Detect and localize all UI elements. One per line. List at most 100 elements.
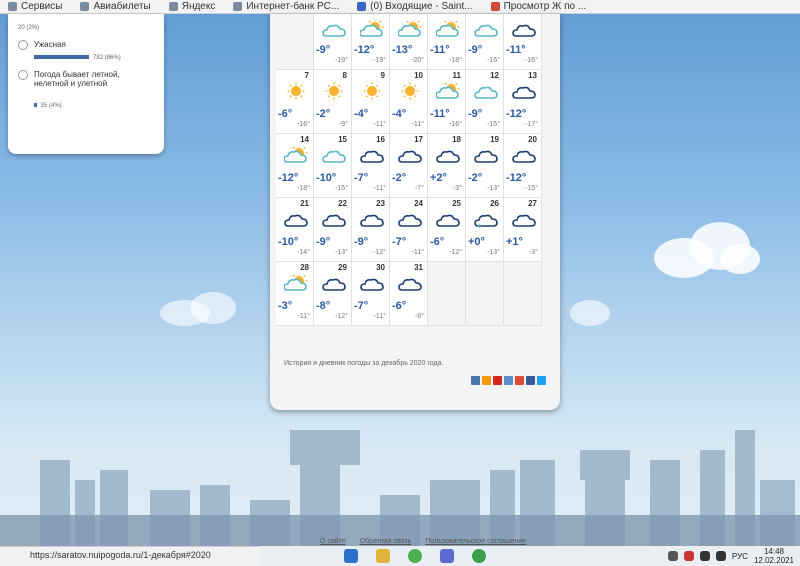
calendar-day-cell[interactable]: 10 -4° -11° xyxy=(390,70,428,134)
day-temperature: -13° xyxy=(392,44,413,56)
calendar-day-cell[interactable]: 8 -2° -9° xyxy=(314,70,352,134)
calendar-day-cell[interactable]: 22 -9° -13° xyxy=(314,198,352,262)
facebook-icon[interactable] xyxy=(526,376,535,385)
bookmark-inbox[interactable]: (0) Входящие - Saint... xyxy=(357,1,473,12)
calendar-day-cell[interactable]: -9° -16° xyxy=(466,14,504,70)
night-temperature: -15° xyxy=(487,121,500,128)
footer-link-feedback[interactable]: Обратная связь xyxy=(360,538,412,545)
calendar-day-cell[interactable]: 17 -2° -7° xyxy=(390,134,428,198)
calendar-day-cell[interactable]: 11 -11° -16° xyxy=(428,70,466,134)
day-number: 7 xyxy=(304,71,309,80)
sun-cloud-icon xyxy=(283,144,308,164)
mailru-icon[interactable] xyxy=(493,376,502,385)
day-temperature: -2° xyxy=(392,172,407,184)
calendar-day-cell[interactable]: 24 -7° -11° xyxy=(390,198,428,262)
antivirus-icon[interactable] xyxy=(683,551,694,561)
day-temperature: -8° xyxy=(316,300,331,312)
bookmark-flights[interactable]: Авиабилеты xyxy=(80,1,151,12)
chrome-icon[interactable] xyxy=(408,549,422,563)
network-icon[interactable] xyxy=(699,551,710,561)
calendar-day-cell[interactable]: 20 -12° -15° xyxy=(504,134,542,198)
day-number: 19 xyxy=(490,135,499,144)
bookmarks-bar: Сервисы Авиабилеты Яндекс Интернет-банк … xyxy=(0,0,800,14)
vk-icon[interactable] xyxy=(471,376,480,385)
night-temperature: -18° xyxy=(449,57,462,64)
globe-icon xyxy=(233,2,243,11)
calendar-day-cell[interactable]: 19 -2° -13° xyxy=(466,134,504,198)
save-app-icon[interactable] xyxy=(440,549,454,563)
tray-app-icon[interactable] xyxy=(667,551,678,561)
calendar-day-cell[interactable]: 15 -10° -15° xyxy=(314,134,352,198)
night-temperature: -9° xyxy=(338,121,348,128)
calendar-day-cell[interactable]: -9° -19° xyxy=(314,14,352,70)
day-temperature: -7° xyxy=(392,236,407,248)
calendar-day-cell xyxy=(428,262,466,326)
cloud-sun-icon xyxy=(474,20,498,38)
odnoklassniki-icon[interactable] xyxy=(482,376,491,385)
day-temperature: -3° xyxy=(278,300,293,312)
cloud-icon xyxy=(512,20,536,38)
twitter-icon[interactable] xyxy=(537,376,546,385)
calendar-day-cell[interactable]: 27 +1° -3° xyxy=(504,198,542,262)
calendar-day-cell[interactable]: 23 -9° -12° xyxy=(352,198,390,262)
day-number: 10 xyxy=(414,71,423,80)
poll-top-count: 20 (2%) xyxy=(18,25,40,31)
search-icon[interactable] xyxy=(344,549,358,563)
torrent-icon[interactable] xyxy=(472,549,486,563)
cloud-icon xyxy=(512,210,536,228)
night-temperature: -11° xyxy=(373,313,386,320)
night-temperature: -15° xyxy=(525,185,538,192)
poll-radio-flying[interactable] xyxy=(18,70,28,80)
cloud-snow-icon: ❄ xyxy=(474,210,498,230)
day-temperature: +0° xyxy=(468,236,485,248)
bookmark-bank[interactable]: Интернет-банк РС... xyxy=(233,1,339,12)
night-temperature: -15° xyxy=(335,185,348,192)
calendar-day-cell[interactable]: 7 -6° -16° xyxy=(276,70,314,134)
site-footer-links: О сайте Обратная связь Пользовательское … xyxy=(320,538,526,545)
footer-link-about[interactable]: О сайте xyxy=(320,538,346,545)
footer-link-agreement[interactable]: Пользовательское соглашение xyxy=(425,538,526,545)
cloud-icon xyxy=(360,210,384,228)
calendar-day-cell[interactable]: 31 -6° -8° xyxy=(390,262,428,326)
sun-icon xyxy=(284,82,308,100)
calendar-day-cell[interactable]: 12 -9° -15° xyxy=(466,70,504,134)
volume-icon[interactable] xyxy=(715,551,726,561)
night-temperature: -8° xyxy=(414,313,424,320)
calendar-day-cell[interactable]: -11° -18° xyxy=(428,14,466,70)
globe-icon xyxy=(80,2,90,11)
day-temperature: -11° xyxy=(430,44,450,56)
bookmark-services[interactable]: Сервисы xyxy=(8,1,62,12)
calendar-day-cell[interactable]: -13° -20° xyxy=(390,14,428,70)
calendar-day-cell[interactable]: 21 -10° -14° xyxy=(276,198,314,262)
calendar-day-cell[interactable]: 16 -7° -11° xyxy=(352,134,390,198)
day-temperature: -4° xyxy=(392,108,407,120)
day-number: 30 xyxy=(376,263,385,272)
bookmark-yandex[interactable]: Яндекс xyxy=(168,1,215,12)
calendar-day-cell[interactable]: 26 ❄ +0° -13° xyxy=(466,198,504,262)
day-temperature: -11° xyxy=(430,108,450,120)
calendar-day-cell[interactable]: 9 -4° -11° xyxy=(352,70,390,134)
google-plus-icon[interactable] xyxy=(515,376,524,385)
calendar-day-cell[interactable]: -11° -16° xyxy=(504,14,542,70)
calendar-day-cell[interactable]: -12° -19° xyxy=(352,14,390,70)
calendar-day-cell[interactable]: 18 +2° -3° xyxy=(428,134,466,198)
night-temperature: -14° xyxy=(297,249,310,256)
calendar-day-cell[interactable]: 30 -7° -11° xyxy=(352,262,390,326)
language-indicator[interactable]: РУС xyxy=(732,552,748,561)
clock[interactable]: 14:48 12.02.2021 xyxy=(754,547,794,565)
clock-date: 12.02.2021 xyxy=(753,556,794,565)
day-number: 21 xyxy=(300,199,309,208)
calendar-day-cell[interactable]: 14 -12° -18° xyxy=(276,134,314,198)
bookmark-view[interactable]: Просмотр Ж по ... xyxy=(490,1,586,12)
day-number: 17 xyxy=(414,135,423,144)
file-explorer-icon[interactable] xyxy=(376,549,390,563)
sun-cloud-icon xyxy=(435,80,460,100)
sun-icon xyxy=(360,82,384,100)
poll-radio-terrible[interactable] xyxy=(18,40,28,50)
livejournal-icon[interactable] xyxy=(504,376,513,385)
day-number: 24 xyxy=(414,199,423,208)
calendar-day-cell[interactable]: 25 -6° -12° xyxy=(428,198,466,262)
calendar-day-cell[interactable]: 29 -8° -12° xyxy=(314,262,352,326)
calendar-day-cell[interactable]: 13 -12° -17° xyxy=(504,70,542,134)
calendar-day-cell[interactable]: 28 -3° -11° xyxy=(276,262,314,326)
